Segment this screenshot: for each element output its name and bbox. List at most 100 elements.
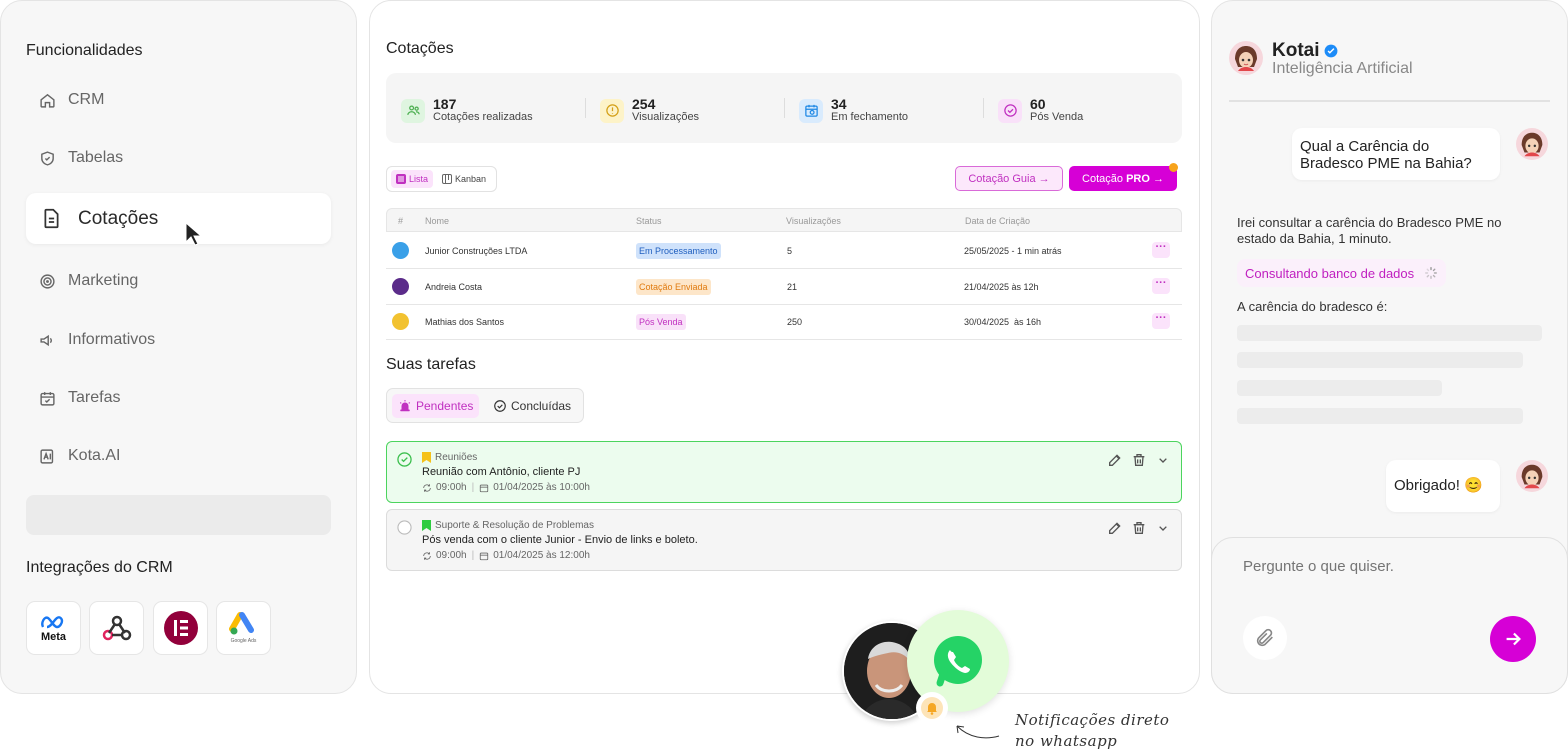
avatar	[392, 242, 409, 259]
sidebar-item-label: Tarefas	[68, 389, 121, 406]
bell-badge	[916, 692, 948, 724]
row-name: Junior Construções LTDA	[425, 246, 528, 256]
task-time: 09:00h	[436, 482, 467, 493]
tab-concluidas[interactable]: Concluídas	[487, 394, 577, 418]
stat-cotacoes: 187 Cotações realizadas	[401, 97, 533, 124]
loading-skeleton	[1237, 325, 1542, 341]
col-header: Data de Criação	[965, 216, 1031, 226]
trash-icon[interactable]	[1131, 452, 1147, 468]
sidebar-item-kota-ai[interactable]: Kota.AI	[26, 431, 331, 481]
avatar	[392, 313, 409, 330]
kanban-icon	[442, 174, 452, 184]
task-category: Reuniões	[422, 452, 477, 463]
status-badge: Pós Venda	[636, 314, 686, 330]
integration-label: Google Ads	[230, 638, 257, 644]
sidebar-placeholder	[26, 495, 331, 535]
integration-elementor[interactable]	[153, 601, 208, 655]
sidebar-item-informativos[interactable]: Informativos	[26, 315, 331, 365]
task-check-icon[interactable]	[397, 520, 412, 535]
chevron-down-icon[interactable]	[1155, 452, 1171, 468]
kotai-avatar	[1229, 41, 1263, 75]
document-icon	[40, 208, 62, 230]
whatsapp-icon	[934, 636, 982, 687]
meta-separator: |	[471, 482, 475, 493]
table-row[interactable]: Andreia Costa Cotação Enviada 21 21/04/2…	[386, 269, 1182, 305]
tab-pendentes[interactable]: Pendentes	[392, 394, 480, 418]
webhook-icon	[102, 615, 131, 641]
loading-skeleton	[1237, 380, 1442, 396]
chat-input[interactable]	[1243, 558, 1523, 575]
attach-button[interactable]	[1243, 616, 1287, 660]
sidebar-item-marketing[interactable]: Marketing	[26, 256, 331, 306]
stat-fechamento: 34 Em fechamento	[799, 97, 908, 124]
integration-google-ads[interactable]: Google Ads	[216, 601, 271, 655]
calendar-icon	[480, 552, 489, 560]
sidebar-item-label: Tabelas	[68, 149, 124, 166]
task-item[interactable]: Suporte & Resolução de Problemas Pós ven…	[386, 509, 1182, 571]
home-icon	[38, 91, 56, 109]
repeat-icon	[423, 483, 431, 492]
paperclip-icon	[1256, 628, 1273, 647]
tab-concluidas-label: Concluídas	[511, 399, 572, 413]
tasks-toggle: Pendentes Concluídas	[386, 388, 584, 423]
loading-skeleton	[1237, 408, 1523, 424]
integrations-title: Integrações do CRM	[26, 559, 173, 576]
task-check-icon[interactable]	[397, 452, 412, 467]
sidebar-item-crm[interactable]: CRM	[26, 75, 331, 125]
calendar-icon	[480, 484, 489, 492]
stat-label: Cotações realizadas	[433, 111, 533, 123]
view-kanban-button[interactable]: Kanban	[437, 170, 491, 188]
row-views: 21	[787, 282, 798, 292]
sidebar-item-label: Kota.AI	[68, 447, 121, 464]
col-header: #	[398, 216, 404, 226]
integration-meta[interactable]: Meta	[26, 601, 81, 655]
user-avatar-icon	[1516, 128, 1548, 160]
sidebar-item-tabelas[interactable]: Tabelas	[26, 133, 331, 183]
sidebar-item-cotacoes[interactable]: Cotações	[26, 193, 331, 244]
task-meta: 09:00h | 01/04/2025 às 10:00h	[422, 482, 590, 493]
megaphone-icon	[38, 331, 56, 349]
sidebar-item-tarefas[interactable]: Tarefas	[26, 373, 331, 423]
row-more-button[interactable]: ···	[1152, 313, 1170, 329]
row-date: 25/05/2025 - 1 min atrás	[964, 246, 1062, 256]
status-badge: Cotação Enviada	[636, 279, 711, 295]
stat-value: 34	[831, 96, 847, 112]
task-actions	[1107, 452, 1171, 468]
calendar-clock-icon	[799, 98, 823, 123]
cotacao-guia-button[interactable]: Cotação Guia →	[955, 166, 1063, 191]
task-date: 01/04/2025 às 12:00h	[493, 550, 590, 561]
stat-visualizacoes: 254 Visualizações	[600, 97, 699, 124]
row-more-button[interactable]: ···	[1152, 242, 1170, 258]
col-header: Visualizações	[786, 216, 841, 226]
edit-icon[interactable]	[1107, 452, 1123, 468]
chevron-down-icon[interactable]	[1155, 520, 1171, 536]
row-date: 30/04/2025 às 16h	[964, 317, 1042, 327]
pro-button-label: Cotação	[1082, 172, 1127, 185]
bookmark-icon	[422, 520, 431, 531]
pro-button-bold: PRO	[1126, 172, 1150, 185]
users-icon	[401, 98, 425, 123]
integration-webhook[interactable]	[89, 601, 144, 655]
table-row[interactable]: Mathias dos Santos Pós Venda 250 30/04/2…	[386, 304, 1182, 340]
task-date: 01/04/2025 às 10:00h	[493, 482, 590, 493]
sidebar-title: Funcionalidades	[26, 42, 143, 59]
send-button[interactable]	[1490, 616, 1536, 662]
target-icon	[38, 272, 56, 290]
tasks-title: Suas tarefas	[386, 356, 476, 373]
user-avatar-icon	[1516, 460, 1548, 492]
table-row[interactable]: Junior Construções LTDA Em Processamento…	[386, 233, 1182, 269]
meta-icon	[40, 615, 63, 628]
cotacao-pro-button[interactable]: Cotação PRO →	[1069, 166, 1177, 191]
sidebar-item-label: Marketing	[68, 272, 139, 289]
page-title: Cotações	[386, 40, 454, 57]
edit-icon[interactable]	[1107, 520, 1123, 536]
divider	[784, 98, 785, 118]
row-more-button[interactable]: ···	[1152, 278, 1170, 294]
task-actions	[1107, 520, 1171, 536]
table-header: # Nome Status Visualizações Data de Cria…	[386, 208, 1182, 232]
trash-icon[interactable]	[1131, 520, 1147, 536]
task-item[interactable]: Reuniões Reunião com Antônio, cliente PJ…	[386, 441, 1182, 503]
row-views: 5	[787, 246, 793, 256]
view-list-button[interactable]: Lista	[391, 170, 434, 188]
arrow-icon	[956, 725, 1000, 739]
